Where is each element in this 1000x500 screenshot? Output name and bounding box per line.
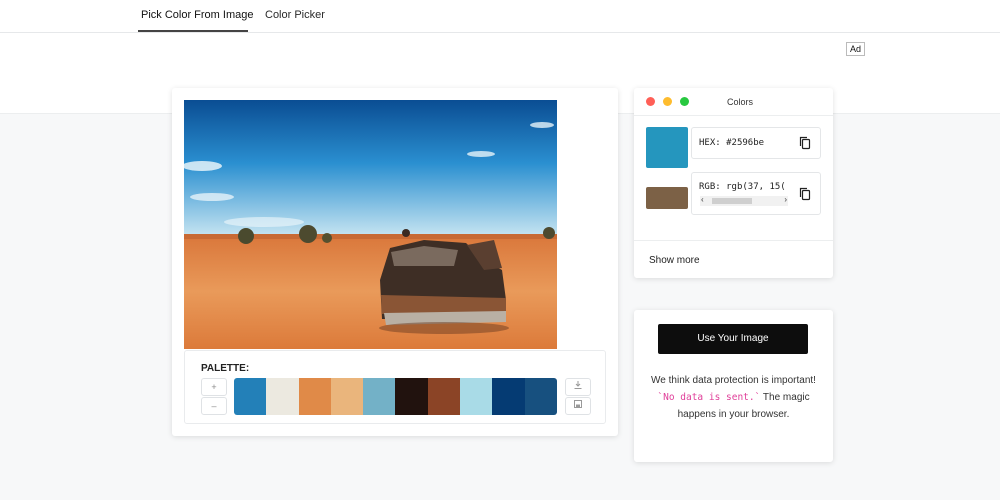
palette-title: PALETTE:: [201, 363, 250, 374]
privacy-note: We think data protection is important! `…: [651, 375, 816, 420]
colors-panel: Colors HEX: #2596be RGB: rgb(37, 15( ‹ ›…: [634, 88, 833, 278]
scrollbar-thumb[interactable]: [712, 198, 752, 204]
divider: [634, 240, 833, 241]
palette-swatch[interactable]: [427, 378, 461, 415]
tab-color-picker[interactable]: Color Picker: [265, 9, 325, 21]
use-your-image-button[interactable]: Use Your Image: [658, 324, 808, 354]
palette-swatch[interactable]: [363, 378, 396, 415]
desert-car-photo: [184, 100, 557, 349]
source-image[interactable]: [184, 100, 557, 349]
tab-bar: Pick Color From Image Color Picker: [0, 0, 1000, 33]
scroll-left-icon[interactable]: ‹: [701, 195, 704, 204]
privacy-note-code: `No data is sent.`: [657, 392, 761, 403]
ad-badge[interactable]: Ad: [846, 42, 866, 56]
rgb-value: RGB: rgb(37, 15(: [699, 182, 786, 192]
colors-panel-title: Colors: [726, 97, 753, 107]
palette-swatch[interactable]: [492, 378, 525, 415]
copy-hex-icon[interactable]: [799, 136, 811, 155]
palette-swatch[interactable]: [234, 378, 267, 415]
palette-swatch[interactable]: [266, 378, 299, 415]
rgb-value-box[interactable]: RGB: rgb(37, 15( ‹ ›: [691, 172, 821, 215]
palette-swatches: [234, 378, 557, 415]
save-palette-button[interactable]: [565, 397, 591, 415]
palette-swatch[interactable]: [460, 378, 493, 415]
hex-value: HEX: #2596be: [699, 138, 765, 148]
remove-color-button[interactable]: –: [201, 397, 227, 415]
add-color-button[interactable]: +: [201, 378, 227, 396]
save-icon: [574, 400, 582, 408]
upload-card: Use Your Image We think data protection …: [634, 310, 833, 462]
palette-swatch[interactable]: [330, 378, 364, 415]
palette-panel: PALETTE: + –: [184, 350, 606, 424]
palette-swatch[interactable]: [298, 378, 331, 415]
palette-swatch[interactable]: [524, 378, 557, 415]
copy-rgb-icon[interactable]: [799, 187, 811, 206]
scroll-right-icon[interactable]: ›: [784, 195, 787, 204]
rgb-horizontal-scrollbar[interactable]: ‹ ›: [700, 195, 788, 206]
download-icon: [574, 381, 582, 389]
window-title-bar: Colors: [634, 88, 833, 116]
image-card: PALETTE: + –: [172, 88, 618, 436]
selected-color-swatch[interactable]: [646, 127, 688, 168]
palette-swatch[interactable]: [395, 378, 428, 415]
download-palette-button[interactable]: [565, 378, 591, 396]
tab-pick-color-from-image[interactable]: Pick Color From Image: [141, 9, 253, 21]
secondary-color-swatch[interactable]: [646, 187, 688, 209]
hex-value-box[interactable]: HEX: #2596be: [691, 127, 821, 159]
active-tab-indicator: [138, 30, 248, 32]
show-more-link[interactable]: Show more: [649, 255, 700, 266]
